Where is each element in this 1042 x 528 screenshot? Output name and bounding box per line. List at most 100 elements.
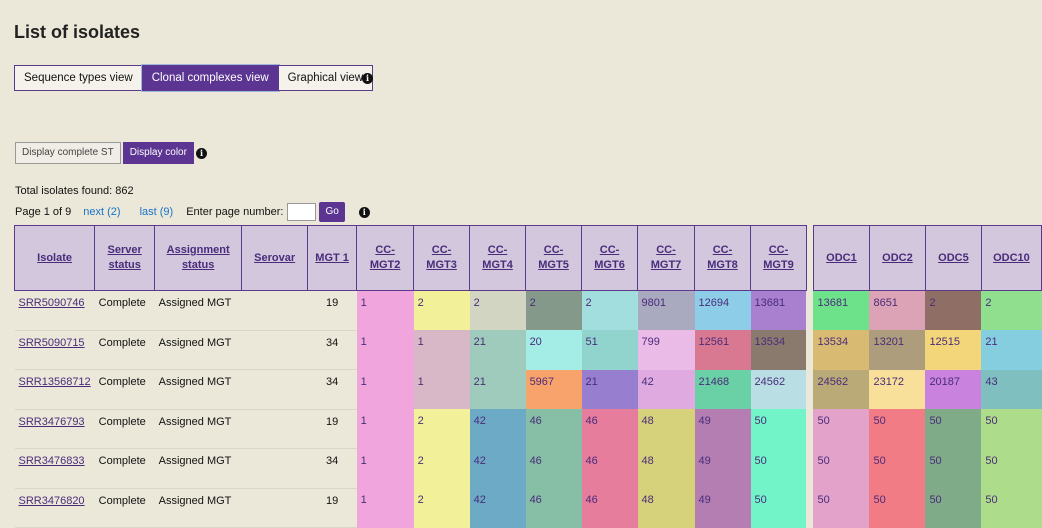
column-gap xyxy=(806,448,814,488)
cc-mgt-cell: 12561 xyxy=(694,330,751,370)
column-header-odc10[interactable]: ODC10 xyxy=(980,225,1042,291)
cc-mgt-cell: 13534 xyxy=(750,330,807,370)
column-header-cc-mgt5[interactable]: CC-MGT5 xyxy=(525,225,583,291)
column-header-label: CC-MGT4 xyxy=(482,244,513,271)
isolate-link[interactable]: SRR3476820 xyxy=(19,495,85,507)
assignment-status-cell: Assigned MGT xyxy=(154,448,242,489)
server-status-cell: Complete xyxy=(94,369,155,410)
odc-cell: 50 xyxy=(869,488,926,528)
column-header-serovar[interactable]: Serovar xyxy=(241,225,309,291)
column-header-label: CC-MGT3 xyxy=(426,244,457,271)
odc-cell: 24562 xyxy=(813,369,870,409)
cc-mgt-cell: 20 xyxy=(525,330,582,370)
cc-mgt-cell: 2 xyxy=(413,409,470,449)
assignment-status-cell: Assigned MGT xyxy=(154,290,242,331)
odc-cell: 2 xyxy=(925,290,982,330)
display-complete-st-button[interactable]: Display complete ST xyxy=(15,142,121,164)
column-header-mgt-1[interactable]: MGT 1 xyxy=(307,225,358,291)
assignment-status-cell: Assigned MGT xyxy=(154,488,242,528)
serovar-cell xyxy=(241,369,308,410)
isolate-cell: SRR5090715 xyxy=(14,330,95,370)
odc-cell: 50 xyxy=(869,448,926,488)
display-mode-switcher: Display complete ST Display color xyxy=(15,142,194,164)
info-icon[interactable]: i xyxy=(362,73,373,84)
cc-mgt-cell: 49 xyxy=(694,409,751,449)
odc-cell: 50 xyxy=(925,448,982,488)
pagination: Page 1 of 9 next (2) last (9) Enter page… xyxy=(15,201,370,223)
view-switcher: Sequence types view Clonal complexes vie… xyxy=(14,65,374,91)
cc-mgt-cell: 2 xyxy=(413,290,470,330)
column-header-odc5[interactable]: ODC5 xyxy=(924,225,982,291)
column-header-label: Assignment status xyxy=(166,244,230,271)
isolate-link[interactable]: SRR5090746 xyxy=(19,297,85,309)
odc-cell: 13681 xyxy=(813,290,870,330)
column-gap xyxy=(806,409,814,449)
page-number-input[interactable] xyxy=(287,203,317,221)
odc-cell: 50 xyxy=(925,409,982,449)
cc-mgt-cell: 799 xyxy=(637,330,695,370)
column-header-cc-mgt7[interactable]: CC-MGT7 xyxy=(637,225,696,291)
isolate-link[interactable]: SRR3476793 xyxy=(19,416,85,428)
isolate-cell: SRR5090746 xyxy=(14,290,95,331)
isolate-link[interactable]: SRR3476833 xyxy=(19,455,85,467)
odc-cell: 43 xyxy=(981,369,1042,409)
column-header-cc-mgt4[interactable]: CC-MGT4 xyxy=(469,225,527,291)
isolate-link[interactable]: SRR13568712 xyxy=(19,376,91,388)
odc-cell: 50 xyxy=(925,488,982,528)
display-color-button[interactable]: Display color xyxy=(122,142,194,164)
cc-mgt-cell: 46 xyxy=(581,409,638,449)
column-header-odc2[interactable]: ODC2 xyxy=(868,225,926,291)
column-header-isolate[interactable]: Isolate xyxy=(13,225,96,291)
server-status-cell: Complete xyxy=(94,290,155,331)
table-row: SRR3476820 Complete Assigned MGT 19 1 2 42 46 46… xyxy=(14,488,1042,528)
cc-mgt-cell: 49 xyxy=(694,488,751,528)
column-header-cc-mgt3[interactable]: CC-MGT3 xyxy=(413,225,471,291)
isolate-cell: SRR3476820 xyxy=(14,488,95,528)
total-isolates-text: Total isolates found: 862 xyxy=(15,185,134,197)
cc-mgt-cell: 46 xyxy=(581,448,638,488)
assignment-status-cell: Assigned MGT xyxy=(154,369,242,410)
column-header-label: Server status xyxy=(107,244,142,271)
go-button[interactable]: Go xyxy=(319,202,345,222)
odc-cell: 20187 xyxy=(925,369,982,409)
info-icon[interactable]: i xyxy=(196,148,207,159)
graphical-view-button[interactable]: Graphical view xyxy=(277,65,374,91)
page-title: List of isolates xyxy=(14,22,141,42)
server-status-cell: Complete xyxy=(94,488,155,528)
column-header-label: CC-MGT6 xyxy=(594,244,625,271)
column-header-cc-mgt2[interactable]: CC-MGT2 xyxy=(356,225,415,291)
server-status-cell: Complete xyxy=(94,448,155,489)
cc-mgt-cell: 2 xyxy=(581,290,638,330)
odc-cell: 50 xyxy=(981,448,1042,488)
isolates-table: Isolate Server status Assignment status Ser… xyxy=(13,225,1042,528)
column-header-odc1[interactable]: ODC1 xyxy=(812,225,870,291)
cc-mgt-cell: 1 xyxy=(356,409,414,449)
cc-mgt-cell: 1 xyxy=(413,330,470,370)
odc-cell: 50 xyxy=(813,488,870,528)
column-header-cc-mgt6[interactable]: CC-MGT6 xyxy=(581,225,639,291)
column-header-server-status[interactable]: Server status xyxy=(94,225,156,291)
column-header-label: CC-MGT8 xyxy=(707,244,738,271)
serovar-cell xyxy=(241,409,308,449)
column-header-cc-mgt8[interactable]: CC-MGT8 xyxy=(694,225,751,291)
next-page-link[interactable]: next (2) xyxy=(83,206,120,218)
cc-mgt-cell: 21 xyxy=(581,369,638,409)
column-header-assignment-status[interactable]: Assignment status xyxy=(154,225,243,291)
table-row: SRR3476793 Complete Assigned MGT 19 1 2 42 46 46… xyxy=(14,409,1042,449)
last-page-link[interactable]: last (9) xyxy=(140,206,174,218)
cc-mgt-cell: 5967 xyxy=(525,369,582,409)
mgt1-cell: 19 xyxy=(307,488,357,528)
odc-cell: 23172 xyxy=(869,369,926,409)
cc-mgt-cell: 48 xyxy=(637,488,695,528)
column-header-label: Isolate xyxy=(37,251,73,264)
column-header-label: ODC5 xyxy=(938,251,969,264)
cc-mgt-cell: 1 xyxy=(356,448,414,488)
odc-cell: 13201 xyxy=(869,330,926,370)
column-header-cc-mgt9[interactable]: CC-MGT9 xyxy=(750,225,807,291)
cc-mgt-cell: 51 xyxy=(581,330,638,370)
clonal-complexes-view-button[interactable]: Clonal complexes view xyxy=(141,65,279,91)
column-header-label: MGT 1 xyxy=(315,251,349,264)
info-icon[interactable]: i xyxy=(358,206,370,218)
isolate-link[interactable]: SRR5090715 xyxy=(19,337,85,349)
sequence-types-view-button[interactable]: Sequence types view xyxy=(14,65,143,91)
